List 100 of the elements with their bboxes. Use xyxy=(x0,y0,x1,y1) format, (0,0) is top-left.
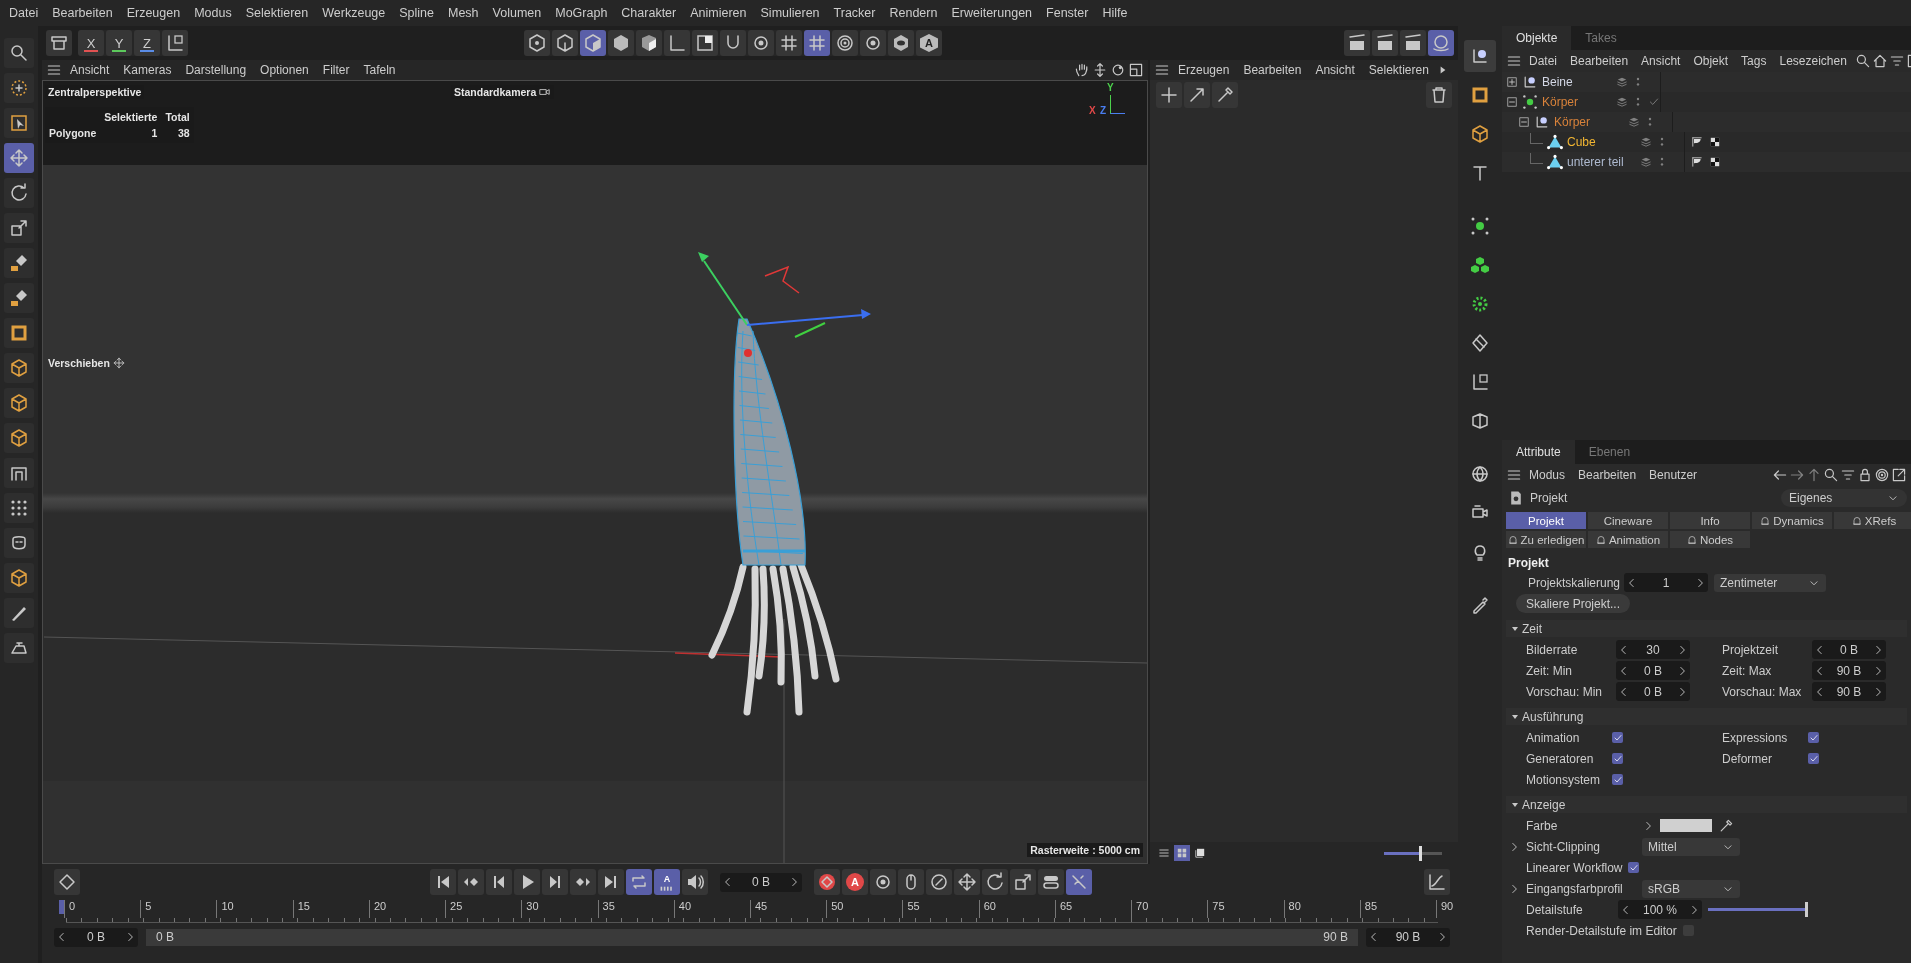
axis-label: Y xyxy=(1107,82,1114,93)
page-tab[interactable]: Projekt xyxy=(1506,512,1586,529)
section-header[interactable]: Anzeige xyxy=(1506,796,1907,813)
menu-item[interactable]: Bearbeiten xyxy=(1564,54,1635,68)
menu-item[interactable]: Tags xyxy=(1735,54,1773,68)
axis-lock-button[interactable]: Y xyxy=(106,30,132,56)
page-tab[interactable]: Dynamics xyxy=(1752,512,1832,529)
menu-item[interactable]: Tracker xyxy=(826,6,883,20)
menu-item[interactable]: Fenster xyxy=(1039,6,1096,20)
page-tab[interactable]: Cineware xyxy=(1588,512,1668,529)
panel-tab[interactable]: Ebenen xyxy=(1574,440,1645,464)
menu-item[interactable]: Rendern xyxy=(882,6,945,20)
menu-item[interactable]: Animieren xyxy=(683,6,754,20)
menu-item[interactable]: Mesh xyxy=(441,6,486,20)
frame-label: 70 xyxy=(1131,900,1149,918)
field-label: Render-Detailstufe im Editor xyxy=(1526,923,1677,938)
frame-label: 10 xyxy=(216,900,234,918)
hexagon-button[interactable]: A xyxy=(916,30,942,56)
menu-item[interactable]: Modus xyxy=(187,6,239,20)
page-tab[interactable]: Zu erledigen xyxy=(1506,531,1586,548)
number-field[interactable]: 1 xyxy=(1624,573,1708,592)
end-frame-field[interactable]: 90 B xyxy=(1366,927,1450,947)
menu-item[interactable]: Hilfe xyxy=(1095,6,1135,20)
object-name[interactable]: Cube xyxy=(1567,135,1596,149)
field-label: Motionsystem xyxy=(1526,772,1602,787)
page-tab[interactable]: Animation xyxy=(1588,531,1668,548)
page-tab[interactable]: Nodes xyxy=(1670,531,1750,548)
object-name[interactable]: unterer teil xyxy=(1567,155,1624,169)
menu-item[interactable]: Ansicht xyxy=(1635,54,1687,68)
frame-label: 0 xyxy=(64,900,76,918)
frame-label: 40 xyxy=(673,900,691,918)
menu-item[interactable]: Lesezeichen xyxy=(1773,54,1853,68)
object-name[interactable]: Körper xyxy=(1542,95,1579,109)
menu-item[interactable]: Filter xyxy=(316,63,356,77)
number-field[interactable]: 90 B xyxy=(1812,661,1886,680)
menu-item[interactable]: Spline xyxy=(392,6,441,20)
axis-lock-button[interactable]: X xyxy=(78,30,104,56)
range-end: 90 B xyxy=(1323,930,1348,944)
scale-project-button[interactable]: Skaliere Projekt... xyxy=(1516,594,1631,613)
number-field[interactable]: 90 B xyxy=(1812,682,1886,701)
number-field[interactable]: 30 xyxy=(1616,640,1690,659)
menu-item[interactable]: Kameras xyxy=(117,63,178,77)
menu-item[interactable]: Simulieren xyxy=(753,6,827,20)
object-name[interactable]: Körper xyxy=(1554,115,1591,129)
frame-field[interactable]: 0 B xyxy=(720,872,802,892)
menu-item[interactable]: Datei xyxy=(2,6,46,20)
menu-item[interactable]: Bearbeiten xyxy=(1237,63,1308,77)
menu-item[interactable]: Erzeugen xyxy=(119,6,188,20)
menu-item[interactable]: Modus xyxy=(1523,468,1572,482)
mode-dropdown[interactable]: Eigenes xyxy=(1781,489,1907,507)
menu-item[interactable]: Charakter xyxy=(614,6,684,20)
field-label: Zeit: Max xyxy=(1722,663,1773,678)
object-title: Projekt xyxy=(1530,491,1568,505)
frame-label: 5 xyxy=(140,900,152,918)
number-field[interactable]: 0 B xyxy=(1616,661,1690,680)
section-title: Anzeige xyxy=(1522,797,1566,812)
field-label: Expressions xyxy=(1722,730,1789,745)
menu-item[interactable]: Datei xyxy=(1523,54,1563,68)
page-tab[interactable]: XRefs xyxy=(1834,512,1911,529)
menu-item[interactable]: Ansicht xyxy=(1309,63,1361,77)
menu-item[interactable]: MoGraph xyxy=(548,6,615,20)
menu-item[interactable]: Volumen xyxy=(485,6,549,20)
menu-item[interactable]: Ansicht xyxy=(64,63,116,77)
frame-label: 50 xyxy=(826,900,844,918)
dropdown[interactable]: sRGB xyxy=(1642,879,1740,898)
range-start: 0 B xyxy=(156,930,174,944)
menu-item[interactable]: Selektieren xyxy=(1362,63,1435,77)
bars-button[interactable]: A xyxy=(654,869,680,895)
axis-lock-button[interactable]: Z xyxy=(134,30,160,56)
menu-item[interactable]: Benutzer xyxy=(1643,468,1704,482)
menu-item[interactable]: Selektieren xyxy=(238,6,316,20)
menu-item[interactable]: Erweiterungen xyxy=(944,6,1040,20)
panel-tab[interactable]: Objekte xyxy=(1502,26,1572,50)
field-label: Generatoren xyxy=(1526,751,1595,766)
menu-item[interactable]: Werkzeuge xyxy=(315,6,393,20)
section-header[interactable]: Zeit xyxy=(1506,620,1907,637)
section-header[interactable]: Ausführung xyxy=(1506,708,1907,725)
menu-item[interactable]: Darstellung xyxy=(179,63,253,77)
panel-tab[interactable]: Attribute xyxy=(1502,440,1575,464)
menu-item[interactable]: Bearbeiten xyxy=(1572,468,1643,482)
grid-size-label: Rasterweite : 5000 cm xyxy=(1027,843,1143,857)
unit-dropdown[interactable]: Zentimeter xyxy=(1714,573,1826,592)
object-name[interactable]: Beine xyxy=(1542,75,1573,89)
menu-item[interactable]: Bearbeiten xyxy=(45,6,120,20)
menu-item[interactable]: Erzeugen xyxy=(1172,63,1236,77)
menu-item[interactable]: Tafeln xyxy=(357,63,402,77)
menu-item[interactable]: Optionen xyxy=(254,63,315,77)
frame-label: 75 xyxy=(1207,900,1225,918)
menu-item[interactable]: Objekt xyxy=(1687,54,1735,68)
dropdown[interactable]: Mittel xyxy=(1642,837,1740,856)
percent-field[interactable]: 100 % xyxy=(1618,900,1702,919)
page-tab[interactable]: Info xyxy=(1670,512,1750,529)
range-bar[interactable]: 0 B 90 B xyxy=(146,928,1358,946)
field-label: Eingangsfarbprofil xyxy=(1526,881,1624,896)
start-frame-field[interactable]: 0 B xyxy=(54,927,138,947)
number-field[interactable]: 0 B xyxy=(1616,682,1690,701)
circle-button[interactable]: A xyxy=(842,869,868,895)
panel-tab[interactable]: Takes xyxy=(1571,26,1631,50)
section-heading: Projekt xyxy=(1507,555,1550,572)
number-field[interactable]: 0 B xyxy=(1812,640,1886,659)
